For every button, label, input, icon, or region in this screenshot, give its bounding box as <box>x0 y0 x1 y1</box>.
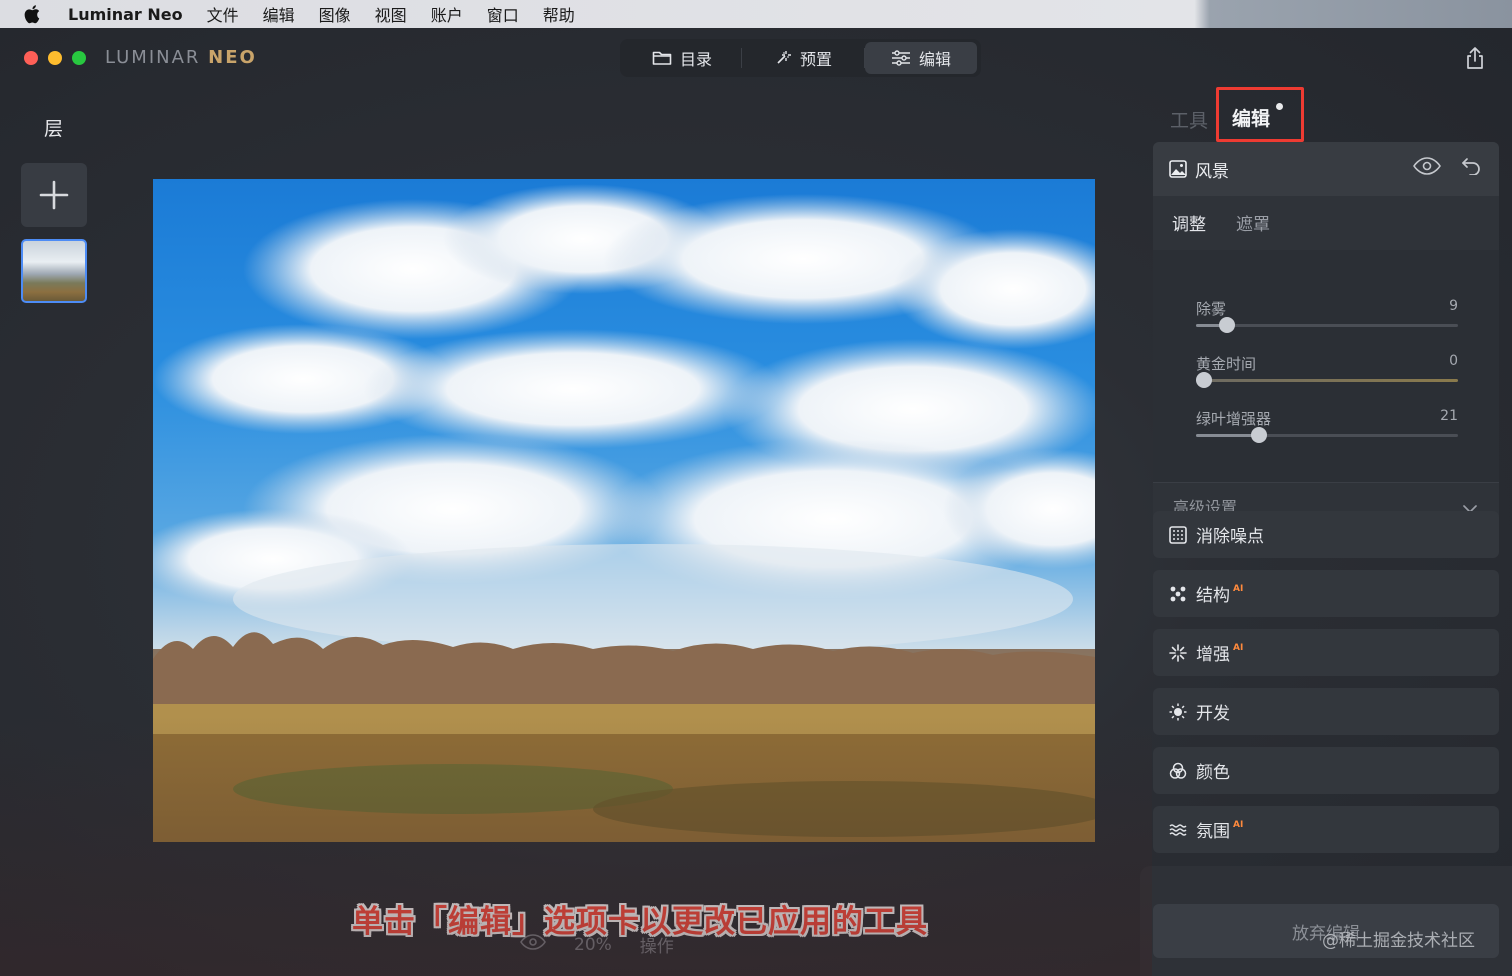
tool-label: 颜色 <box>1196 763 1230 783</box>
tab-tools[interactable]: 工具 <box>1170 106 1208 133</box>
menu-image[interactable]: 图像 <box>319 2 351 26</box>
slider-track[interactable] <box>1195 372 1458 388</box>
visibility-eye-icon[interactable] <box>1413 157 1441 180</box>
denoise-icon <box>1169 525 1187 544</box>
share-icon <box>1467 47 1483 69</box>
ai-badge: AI <box>1233 819 1244 830</box>
menu-view[interactable]: 视图 <box>375 2 407 26</box>
tab-edit-panel[interactable]: 编辑 <box>1232 104 1270 131</box>
app-logo: LUMINAR NEO <box>105 47 257 68</box>
main-nav: 目录 预置 编辑 <box>620 39 981 77</box>
tool-enhance[interactable]: 增强 AI <box>1153 629 1499 676</box>
menu-account[interactable]: 账户 <box>431 2 463 26</box>
slider-value: 9 <box>1449 298 1458 314</box>
slider-thumb[interactable] <box>1195 372 1212 388</box>
app-name-menu[interactable]: Luminar Neo <box>68 5 183 24</box>
instruction-caption: 单击「编辑」选项卡以更改已应用的工具 <box>352 904 928 940</box>
layer-thumbnail[interactable] <box>21 239 87 303</box>
tab-presets[interactable]: 预置 <box>742 42 864 74</box>
landscape-title: 风景 <box>1195 161 1229 182</box>
structure-icon <box>1170 586 1186 601</box>
waves-icon <box>1169 823 1187 836</box>
slider-label: 绿叶增强器 <box>1196 410 1272 428</box>
layers-title: 层 <box>44 118 64 140</box>
slider-thumb[interactable] <box>1219 317 1236 333</box>
tool-label: 氛围 <box>1196 822 1230 842</box>
subtab-mask[interactable]: 遮罩 <box>1236 210 1270 235</box>
logo-luminar: LUMINAR <box>105 47 201 68</box>
folder-icon <box>652 51 672 65</box>
tool-label: 结构 <box>1196 586 1230 606</box>
subtab-adjust[interactable]: 调整 <box>1172 210 1206 235</box>
zoom-window-button[interactable] <box>72 51 86 65</box>
window-controls <box>24 51 86 65</box>
slider-label: 除雾 <box>1196 300 1227 318</box>
slider-label: 黄金时间 <box>1196 355 1257 373</box>
watermark: @稀土掘金技术社区 <box>1322 931 1475 951</box>
edit-indicator-dot <box>1276 103 1283 110</box>
tab-edit[interactable]: 编辑 <box>865 42 977 74</box>
tab-catalog[interactable]: 目录 <box>623 42 741 74</box>
menu-file[interactable]: 文件 <box>207 2 239 26</box>
menu-help[interactable]: 帮助 <box>543 2 575 26</box>
close-window-button[interactable] <box>24 51 38 65</box>
landscape-subtabs: 调整 遮罩 <box>1172 210 1270 235</box>
undo-icon[interactable] <box>1461 157 1481 180</box>
tool-label: 消除噪点 <box>1196 527 1264 547</box>
add-layer-button[interactable] <box>21 163 87 227</box>
tab-catalog-label: 目录 <box>679 50 712 69</box>
magic-wand-icon <box>777 51 791 64</box>
slider-track[interactable] <box>1196 427 1458 443</box>
apple-icon[interactable] <box>24 4 46 24</box>
tab-presets-label: 预置 <box>799 50 832 69</box>
ai-badge: AI <box>1233 642 1244 653</box>
landscape-header[interactable]: 风景 <box>1153 142 1499 196</box>
photo-canvas[interactable] <box>153 179 1095 842</box>
share-button[interactable] <box>1464 46 1486 70</box>
menu-edit[interactable]: 编辑 <box>263 2 295 26</box>
slider-value: 0 <box>1449 353 1458 369</box>
sun-icon <box>1169 703 1187 720</box>
tool-atmosphere[interactable]: 氛围 AI <box>1153 806 1499 853</box>
sparkle-icon <box>1169 643 1187 662</box>
tab-edit-label: 编辑 <box>918 50 951 69</box>
plus-icon <box>39 180 69 210</box>
tool-label: 增强 <box>1196 645 1230 665</box>
tool-structure[interactable]: 结构 AI <box>1153 570 1499 617</box>
landscape-tool-card: 风景 调整 遮罩 除雾 9 黄金时间 0 绿叶增强器 21 高级设置 <box>1153 142 1499 529</box>
menu-bar: Luminar Neo 文件 编辑 图像 视图 账户 窗口 帮助 <box>0 0 1512 28</box>
tool-label: 开发 <box>1196 704 1230 724</box>
tool-develop[interactable]: 开发 <box>1153 688 1499 735</box>
tool-denoise[interactable]: 消除噪点 <box>1153 511 1499 558</box>
menu-window[interactable]: 窗口 <box>487 2 519 26</box>
slider-value: 21 <box>1440 408 1458 424</box>
app-window: LUMINAR NEO 目录 预置 编辑 层 20% 操作 工具 编辑 风景 调… <box>0 28 1512 976</box>
landscape-photo <box>153 184 1095 842</box>
slider-fill <box>1196 434 1259 437</box>
tool-color[interactable]: 颜色 <box>1153 747 1499 794</box>
sliders-area: 除雾 9 黄金时间 0 绿叶增强器 21 <box>1153 250 1499 482</box>
minimize-window-button[interactable] <box>48 51 62 65</box>
slider-thumb[interactable] <box>1250 427 1267 443</box>
slider-track[interactable] <box>1196 317 1458 333</box>
color-circles-icon <box>1169 762 1187 779</box>
image-icon <box>1169 160 1187 178</box>
logo-neo: NEO <box>208 47 257 68</box>
sliders-icon <box>891 50 910 66</box>
ai-badge: AI <box>1233 583 1244 594</box>
